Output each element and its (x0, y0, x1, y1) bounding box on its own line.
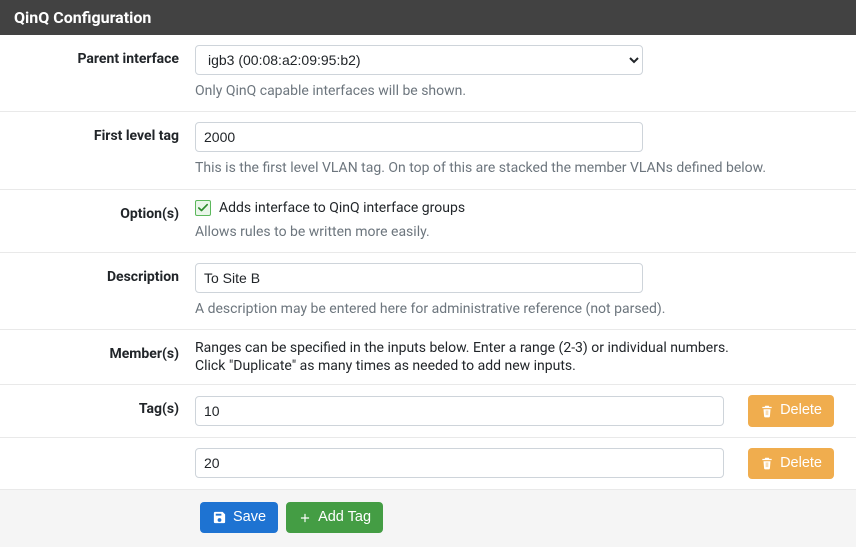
plus-icon (298, 511, 312, 525)
first-level-tag-input[interactable] (195, 122, 643, 152)
row-tag-0: Tag(s) Delete (0, 385, 856, 437)
tag-input-1[interactable] (195, 448, 724, 478)
tag-input-0[interactable] (195, 396, 724, 426)
save-button[interactable]: Save (200, 502, 278, 533)
description-input[interactable] (195, 263, 643, 293)
option-checkbox[interactable] (195, 200, 211, 216)
save-label: Save (233, 509, 266, 526)
row-options: Option(s) Adds interface to QinQ interfa… (0, 190, 856, 253)
option-text: Adds interface to QinQ interface groups (219, 200, 465, 216)
label-tags: Tag(s) (0, 395, 195, 417)
label-description: Description (0, 263, 195, 285)
delete-tag-button-1[interactable]: Delete (748, 448, 834, 479)
row-description: Description A description may be entered… (0, 253, 856, 330)
add-tag-label: Add Tag (318, 509, 371, 526)
parent-interface-select[interactable]: igb3 (00:08:a2:09:95:b2) (195, 45, 643, 75)
add-tag-button[interactable]: Add Tag (286, 502, 383, 533)
help-members-line1: Ranges can be specified in the inputs be… (195, 340, 834, 356)
delete-label: Delete (780, 402, 822, 419)
qinq-config-panel: QinQ Configuration Parent interface igb3… (0, 0, 856, 547)
delete-tag-button-0[interactable]: Delete (748, 395, 834, 426)
delete-label: Delete (780, 455, 822, 472)
label-options: Option(s) (0, 200, 195, 222)
row-first-level-tag: First level tag This is the first level … (0, 112, 856, 189)
label-first-level-tag: First level tag (0, 122, 195, 144)
row-tag-1: Delete (0, 438, 856, 490)
label-members: Member(s) (0, 340, 195, 362)
panel-title: QinQ Configuration (0, 0, 856, 35)
trash-icon (760, 456, 774, 470)
row-members: Member(s) Ranges can be specified in the… (0, 330, 856, 385)
help-options: Allows rules to be written more easily. (195, 222, 834, 242)
label-parent-interface: Parent interface (0, 45, 195, 67)
help-first-level-tag: This is the first level VLAN tag. On top… (195, 158, 834, 178)
check-icon (198, 203, 208, 213)
row-parent-interface: Parent interface igb3 (00:08:a2:09:95:b2… (0, 35, 856, 112)
help-parent-interface: Only QinQ capable interfaces will be sho… (195, 81, 834, 101)
trash-icon (760, 404, 774, 418)
help-description: A description may be entered here for ad… (195, 299, 834, 319)
footer-actions: Save Add Tag (0, 490, 856, 547)
help-members-line2: Click "Duplicate" as many times as neede… (195, 358, 834, 374)
save-icon (212, 510, 227, 525)
